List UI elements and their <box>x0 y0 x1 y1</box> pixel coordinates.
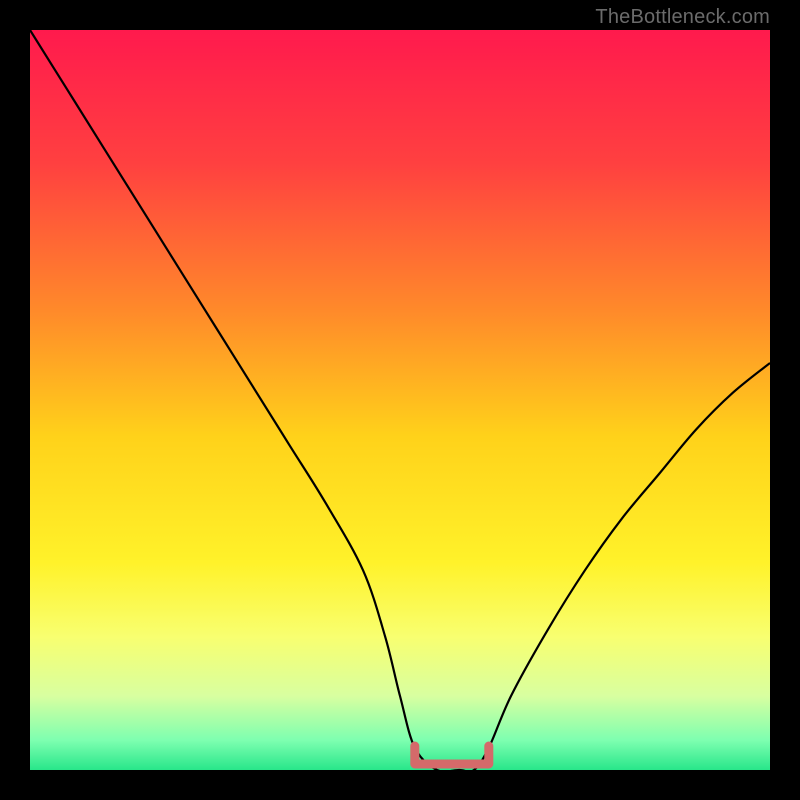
optimal-range-marker <box>415 746 489 764</box>
plot-area <box>30 30 770 770</box>
chart-frame: TheBottleneck.com <box>0 0 800 800</box>
bottleneck-curve <box>30 30 770 770</box>
curve-layer <box>30 30 770 770</box>
watermark-text: TheBottleneck.com <box>595 6 770 29</box>
